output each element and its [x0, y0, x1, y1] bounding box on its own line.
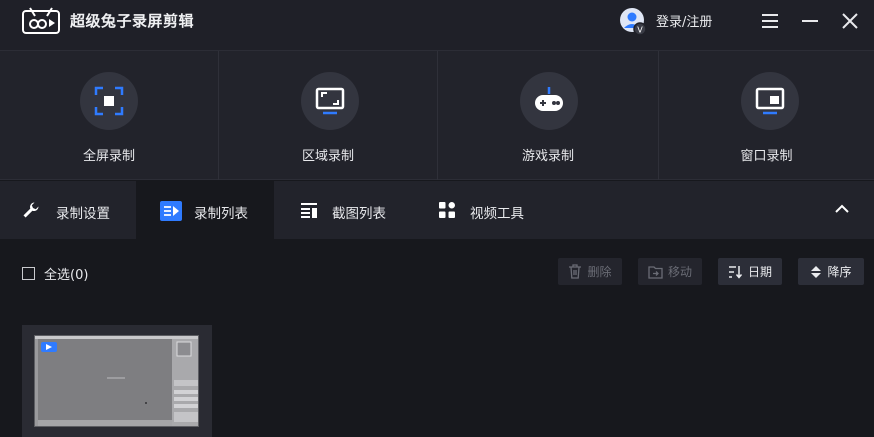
move-folder-icon: [648, 265, 663, 279]
delete-button[interactable]: 删除: [558, 258, 622, 285]
tab-record-settings[interactable]: 录制设置: [0, 181, 136, 239]
tab-label: 截图列表: [332, 206, 386, 222]
close-icon[interactable]: [839, 10, 861, 32]
mode-label: 全屏录制: [82, 149, 135, 164]
tab-screenshot-list[interactable]: 截图列表: [274, 181, 410, 239]
chevron-up-icon[interactable]: [832, 199, 852, 219]
app-title: 超级兔子录屏剪辑: [70, 12, 195, 30]
hamburger-icon[interactable]: [759, 10, 781, 32]
login-register-link[interactable]: 登录/注册: [656, 11, 712, 30]
tab-label: 录制列表: [194, 206, 248, 222]
mode-icon-circle: [301, 72, 359, 130]
wrench-icon: [23, 202, 39, 218]
mode-icon-circle: [520, 72, 578, 130]
screenshot-list-icon: [301, 203, 317, 218]
mode-fullscreen-record[interactable]: 全屏录制: [0, 51, 218, 180]
tab-video-tools[interactable]: 视频工具: [410, 181, 546, 239]
thumbnail-preview-image: [35, 336, 198, 426]
order-label: 降序: [827, 265, 852, 279]
trash-icon: [569, 264, 582, 279]
mode-label: 游戏录制: [521, 149, 574, 164]
mode-label: 区域录制: [301, 149, 354, 164]
mode-icon-circle: [80, 72, 138, 130]
mode-label: 窗口录制: [740, 149, 793, 164]
gamepad-icon: [535, 87, 563, 111]
select-all-label: 全选(0): [44, 268, 89, 283]
mode-window-record[interactable]: 窗口录制: [658, 51, 874, 180]
screen-recording-thumbnail: [34, 335, 199, 427]
main-tabs: 录制设置 录制列表 截图列表 视频工具: [0, 181, 874, 239]
sort-order-icon: [811, 265, 822, 278]
window-record-icon: [755, 87, 785, 115]
recording-item[interactable]: [22, 325, 212, 437]
region-record-icon: [315, 87, 345, 115]
fullscreen-record-icon: [94, 86, 124, 116]
move-button[interactable]: 移动: [638, 258, 702, 285]
sort-list-icon: [728, 265, 743, 279]
tab-label: 录制设置: [56, 206, 110, 222]
record-mode-panel: 全屏录制 区域录制 游戏录制 窗口录制: [0, 50, 874, 180]
tab-record-list[interactable]: 录制列表: [136, 181, 274, 239]
sort-by-date-button[interactable]: 日期: [718, 258, 782, 285]
sort-order-button[interactable]: 降序: [798, 258, 864, 285]
mode-icon-circle: [741, 72, 799, 130]
date-sort-label: 日期: [747, 265, 772, 279]
select-all-checkbox[interactable]: 全选(0): [22, 264, 88, 283]
delete-label: 删除: [587, 265, 612, 279]
video-list-icon: [160, 201, 182, 221]
rabbit-logo-icon: [22, 7, 60, 34]
mode-game-record[interactable]: 游戏录制: [437, 51, 658, 180]
mode-region-record[interactable]: 区域录制: [218, 51, 437, 180]
list-toolbar: 全选(0) 删除 移动 日期 降序: [0, 240, 874, 300]
tab-label: 视频工具: [470, 206, 524, 222]
tools-grid-icon: [439, 202, 455, 218]
title-bar: 超级兔子录屏剪辑 V 登录/注册: [0, 0, 874, 50]
checkbox-box[interactable]: [22, 267, 35, 280]
svg-text:V: V: [637, 26, 643, 35]
minimize-icon[interactable]: [799, 10, 821, 32]
move-label: 移动: [667, 265, 692, 279]
user-avatar-icon[interactable]: V: [620, 8, 648, 36]
